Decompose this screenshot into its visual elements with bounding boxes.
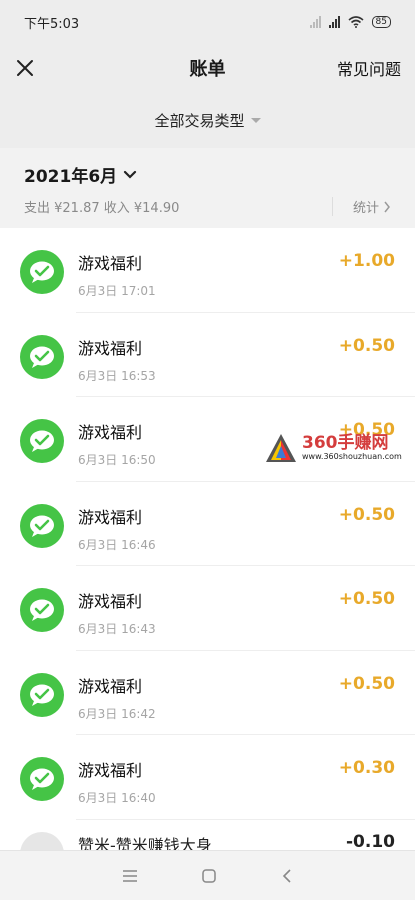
wifi-icon bbox=[348, 16, 364, 28]
transaction-title: 游戏福利 bbox=[78, 507, 143, 527]
transaction-list: 游戏福利 6月3日 17:01 +1.00 游戏福利 6月3日 16:53 +0… bbox=[0, 228, 415, 856]
close-button[interactable] bbox=[14, 57, 36, 79]
menu-icon[interactable] bbox=[122, 869, 138, 883]
close-icon bbox=[17, 60, 33, 76]
transaction-item[interactable]: 游戏福利 6月3日 16:50 +0.50 bbox=[0, 397, 415, 482]
status-bar: 下午5:03 85 bbox=[0, 0, 415, 44]
transaction-title: 游戏福利 bbox=[78, 254, 143, 273]
transaction-item[interactable]: 游戏福利 6月3日 16:43 +0.50 bbox=[0, 566, 415, 651]
transaction-title: 游戏福利 bbox=[78, 761, 143, 780]
transaction-amount: +0.50 bbox=[338, 673, 395, 694]
status-time: 下午5:03 bbox=[24, 16, 80, 32]
filter-label: 全部交易类型 bbox=[154, 111, 245, 130]
home-icon[interactable] bbox=[201, 868, 217, 884]
transaction-time: 6月3日 16:46 bbox=[78, 537, 156, 552]
stats-link[interactable]: 统计 bbox=[331, 197, 391, 216]
transaction-amount: +0.30 bbox=[338, 758, 395, 778]
battery-icon: 85 bbox=[371, 16, 391, 28]
month-summary: 2021年6月 支出 ¥21.87 收入 ¥14.90 统计 bbox=[0, 148, 415, 228]
transaction-time: 6月3日 17:01 bbox=[78, 284, 156, 298]
filter-row: 全部交易类型 bbox=[0, 92, 415, 148]
transaction-time: 6月3日 16:43 bbox=[78, 622, 156, 636]
stats-label: 统计 bbox=[352, 201, 379, 216]
signal-icon-2 bbox=[328, 16, 340, 28]
expense-income-summary: 支出 ¥21.87 收入 ¥14.90 bbox=[24, 201, 180, 216]
transaction-time: 6月3日 16:40 bbox=[78, 791, 156, 805]
transaction-title: 游戏福利 bbox=[78, 423, 143, 442]
faq-link[interactable]: 常见问题 bbox=[337, 56, 401, 80]
transaction-title: 游戏福利 bbox=[78, 592, 143, 611]
transaction-item[interactable]: 游戏福利 6月3日 16:40 +0.30 bbox=[0, 735, 415, 820]
caret-down-icon bbox=[250, 117, 261, 123]
back-icon[interactable] bbox=[281, 868, 293, 884]
transaction-item[interactable]: 游戏福利 6月3日 16:46 +0.50 bbox=[0, 482, 415, 567]
transaction-amount: +0.50 bbox=[338, 420, 395, 440]
transaction-amount: +0.50 bbox=[338, 335, 395, 356]
nav-bar: 账单 常见问题 bbox=[0, 44, 415, 92]
wechat-pay-icon bbox=[20, 334, 64, 379]
transaction-amount: +0.50 bbox=[338, 589, 395, 609]
transaction-item[interactable]: 游戏福利 6月3日 17:01 +1.00 bbox=[0, 228, 415, 313]
transaction-time: 6月3日 16:50 bbox=[78, 453, 156, 467]
wechat-pay-icon bbox=[20, 250, 64, 294]
transaction-item[interactable]: 游戏福利 6月3日 16:53 +0.50 bbox=[0, 313, 415, 398]
transaction-amount: -0.10 bbox=[346, 831, 395, 852]
wechat-pay-icon bbox=[20, 503, 64, 548]
transaction-amount: +1.00 bbox=[338, 251, 395, 271]
wechat-pay-icon bbox=[20, 588, 64, 632]
status-icons: 85 bbox=[309, 16, 391, 28]
transaction-time: 6月3日 16:53 bbox=[78, 368, 156, 383]
transaction-amount: +0.50 bbox=[338, 504, 395, 525]
system-nav-bar bbox=[0, 850, 415, 900]
chevron-right-icon bbox=[384, 201, 390, 212]
transaction-title: 游戏福利 bbox=[78, 338, 143, 358]
wechat-pay-icon bbox=[20, 757, 64, 801]
transaction-type-filter[interactable]: 全部交易类型 bbox=[154, 110, 261, 131]
transaction-item[interactable]: 游戏福利 6月3日 16:42 +0.50 bbox=[0, 651, 415, 736]
month-selector[interactable]: 2021年6月 bbox=[24, 162, 391, 187]
transaction-time: 6月3日 16:42 bbox=[78, 706, 156, 721]
signal-icon bbox=[309, 16, 321, 28]
chevron-down-icon bbox=[124, 170, 137, 179]
wechat-pay-icon bbox=[20, 672, 64, 717]
wechat-pay-icon bbox=[20, 419, 64, 463]
transaction-title: 游戏福利 bbox=[78, 676, 143, 696]
month-label: 2021年6月 bbox=[24, 167, 118, 187]
